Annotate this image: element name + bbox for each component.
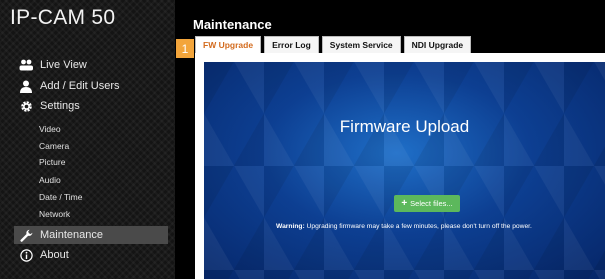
sidebar-item-about[interactable]: About	[19, 246, 69, 264]
tab-bar: FW Upgrade Error Log System Service NDI …	[195, 36, 474, 53]
firmware-upload-panel: Firmware Upload + Select files... Warnin…	[204, 62, 605, 279]
sidebar-sub-date-time[interactable]: Date / Time	[39, 192, 82, 202]
info-icon	[19, 248, 33, 262]
sidebar: IP-CAM 50 Live View Add / Edit Users Set…	[0, 0, 175, 279]
sidebar-item-settings[interactable]: Settings	[19, 97, 80, 115]
sidebar-sub-picture[interactable]: Picture	[39, 157, 65, 167]
tab-ndi-upgrade[interactable]: NDI Upgrade	[403, 36, 472, 53]
upload-title: Firmware Upload	[339, 117, 470, 136]
users-icon	[19, 58, 33, 72]
sidebar-item-label: Maintenance	[40, 229, 103, 241]
sidebar-item-label: Settings	[40, 100, 80, 112]
sidebar-item-maintenance[interactable]: Maintenance	[14, 226, 168, 244]
warning-label: Warning:	[276, 223, 305, 230]
wrench-icon	[19, 228, 33, 242]
sidebar-sub-video[interactable]: Video	[39, 124, 61, 134]
sidebar-item-label: About	[40, 249, 69, 261]
sidebar-sub-network[interactable]: Network	[39, 209, 70, 219]
user-icon	[19, 79, 33, 93]
sidebar-sub-audio[interactable]: Audio	[39, 175, 61, 185]
tab-error-log[interactable]: Error Log	[264, 36, 319, 53]
warning-message: Warning: Upgrading firmware may take a f…	[276, 223, 532, 230]
select-files-button[interactable]: + Select files...	[394, 195, 460, 212]
sidebar-item-label: Live View	[40, 59, 87, 71]
sidebar-item-label: Add / Edit Users	[40, 80, 120, 92]
page-title: Maintenance	[193, 17, 272, 32]
sidebar-item-add-edit-users[interactable]: Add / Edit Users	[19, 77, 119, 95]
main-content: Maintenance 1 FW Upgrade Error Log Syste…	[175, 0, 605, 279]
warning-text: Upgrading firmware may take a few minute…	[306, 223, 532, 230]
panel-background-pattern	[204, 62, 605, 279]
sidebar-sub-camera[interactable]: Camera	[39, 141, 69, 151]
select-files-label: Select files...	[410, 199, 453, 208]
gear-icon	[19, 99, 33, 113]
step-badge: 1	[176, 39, 194, 58]
plus-icon: +	[401, 198, 408, 209]
sidebar-item-live-view[interactable]: Live View	[19, 56, 87, 74]
tab-fw-upgrade[interactable]: FW Upgrade	[195, 36, 262, 53]
tab-system-service[interactable]: System Service	[321, 36, 401, 53]
app-logo: IP-CAM 50	[10, 6, 116, 29]
